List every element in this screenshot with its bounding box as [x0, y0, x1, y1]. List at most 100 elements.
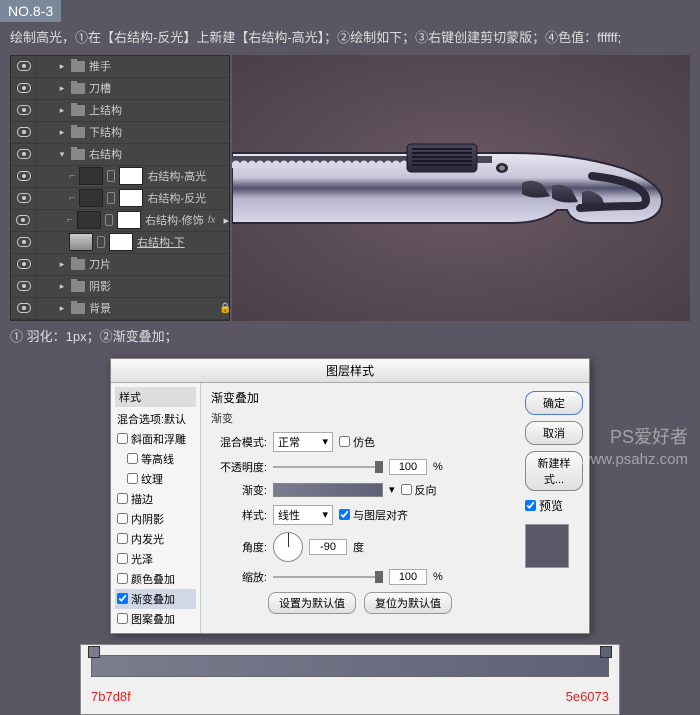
- layer-row[interactable]: ⌐右结构-反光: [11, 188, 229, 210]
- chevron-right-icon[interactable]: ▸: [57, 83, 67, 94]
- layer-name[interactable]: 刀片: [89, 256, 229, 272]
- layer-thumbnail[interactable]: [77, 211, 101, 229]
- gradient-picker[interactable]: [273, 483, 383, 497]
- layer-name[interactable]: 上结构: [89, 102, 229, 118]
- layer-name[interactable]: 右结构-修饰: [145, 212, 204, 228]
- reset-default-button[interactable]: 复位为默认值: [364, 592, 452, 614]
- style-select[interactable]: 线性▾: [273, 505, 333, 525]
- gradient-stop-right[interactable]: [600, 646, 612, 658]
- style-checkbox[interactable]: [127, 453, 138, 464]
- layer-row[interactable]: ▸ 刀片: [11, 254, 229, 276]
- style-item[interactable]: 描边: [115, 489, 196, 509]
- style-checkbox[interactable]: [117, 533, 128, 544]
- style-checkbox[interactable]: [117, 513, 128, 524]
- layer-row[interactable]: ▸ 下结构: [11, 122, 229, 144]
- layer-row[interactable]: ▸背景🔒: [11, 298, 229, 320]
- style-item[interactable]: 光泽: [115, 549, 196, 569]
- opacity-slider[interactable]: [273, 460, 383, 474]
- new-style-button[interactable]: 新建样式...: [525, 451, 583, 491]
- ok-button[interactable]: 确定: [525, 391, 583, 415]
- style-item[interactable]: 斜面和浮雕: [115, 429, 196, 449]
- visibility-toggle[interactable]: [11, 254, 37, 275]
- mask-thumbnail[interactable]: [119, 189, 143, 207]
- layer-row[interactable]: 右结构-下: [11, 232, 229, 254]
- style-checkbox[interactable]: [117, 493, 128, 504]
- chevron-right-icon[interactable]: ▸: [57, 61, 67, 72]
- chevron-right-icon[interactable]: ▸: [57, 281, 67, 292]
- visibility-toggle[interactable]: [11, 144, 37, 165]
- layer-row[interactable]: ▾ 右结构: [11, 144, 229, 166]
- link-icon[interactable]: [107, 170, 115, 182]
- fx-chevron-icon[interactable]: ▸: [223, 214, 229, 227]
- visibility-toggle[interactable]: [11, 188, 37, 209]
- layer-row[interactable]: ▸ 刀槽: [11, 78, 229, 100]
- layer-name[interactable]: 右结构-反光: [147, 190, 229, 206]
- angle-dial[interactable]: [273, 532, 303, 562]
- layer-row[interactable]: ⌐右结构-修饰fx▸: [11, 210, 229, 232]
- scale-unit: %: [433, 571, 443, 583]
- chevron-right-icon[interactable]: ▸: [57, 105, 67, 116]
- style-item[interactable]: 等高线: [115, 449, 196, 469]
- scale-input[interactable]: [389, 569, 427, 585]
- mask-thumbnail[interactable]: [119, 167, 143, 185]
- scale-slider[interactable]: [273, 570, 383, 584]
- layer-name[interactable]: 刀槽: [89, 80, 229, 96]
- visibility-toggle[interactable]: [11, 166, 37, 187]
- style-item[interactable]: 内发光: [115, 529, 196, 549]
- link-icon[interactable]: [105, 214, 113, 226]
- chevron-right-icon[interactable]: ▸: [57, 259, 67, 270]
- preview-checkbox[interactable]: 预览: [525, 497, 583, 514]
- link-icon[interactable]: [107, 192, 115, 204]
- gradient-editor-bar[interactable]: [91, 655, 609, 677]
- mask-thumbnail[interactable]: [109, 233, 133, 251]
- visibility-toggle[interactable]: [11, 232, 37, 253]
- visibility-toggle[interactable]: [11, 298, 37, 319]
- style-item[interactable]: 内阴影: [115, 509, 196, 529]
- visibility-toggle[interactable]: [11, 276, 37, 297]
- style-checkbox[interactable]: [117, 553, 128, 564]
- layer-name[interactable]: 右结构-高光: [147, 168, 229, 184]
- reverse-checkbox[interactable]: 反向: [401, 482, 437, 498]
- visibility-toggle[interactable]: [11, 56, 37, 77]
- layer-name[interactable]: 右结构-下: [137, 234, 229, 250]
- layer-name[interactable]: 背景: [89, 300, 215, 316]
- chevron-right-icon[interactable]: ▸: [57, 303, 67, 314]
- blend-mode-select[interactable]: 正常▾: [273, 432, 333, 452]
- visibility-toggle[interactable]: [11, 100, 37, 121]
- style-checkbox[interactable]: [117, 593, 128, 604]
- link-icon[interactable]: [97, 236, 105, 248]
- style-item[interactable]: 纹理: [115, 469, 196, 489]
- layer-thumbnail[interactable]: [79, 189, 103, 207]
- layer-row[interactable]: ▸ 阴影: [11, 276, 229, 298]
- layer-name[interactable]: 右结构: [89, 146, 229, 162]
- layer-row[interactable]: ⌐右结构-高光: [11, 166, 229, 188]
- chevron-down-icon[interactable]: ▾: [57, 149, 67, 160]
- layer-thumbnail[interactable]: [69, 233, 93, 251]
- gradient-chevron-icon[interactable]: ▾: [389, 483, 395, 496]
- layer-name[interactable]: 推手: [89, 58, 229, 74]
- gradient-stop-left[interactable]: [88, 646, 100, 658]
- angle-input[interactable]: [309, 539, 347, 555]
- style-item[interactable]: 颜色叠加: [115, 569, 196, 589]
- cancel-button[interactable]: 取消: [525, 421, 583, 445]
- visibility-toggle[interactable]: [11, 210, 36, 231]
- style-item[interactable]: 渐变叠加: [115, 589, 196, 609]
- visibility-toggle[interactable]: [11, 78, 37, 99]
- style-checkbox[interactable]: [117, 573, 128, 584]
- style-checkbox[interactable]: [117, 433, 128, 444]
- layer-row[interactable]: ▸ 上结构: [11, 100, 229, 122]
- layer-row[interactable]: ▸ 推手: [11, 56, 229, 78]
- visibility-toggle[interactable]: [11, 122, 37, 143]
- blend-options-item[interactable]: 混合选项:默认: [115, 409, 196, 429]
- mask-thumbnail[interactable]: [117, 211, 141, 229]
- layer-name[interactable]: 下结构: [89, 124, 229, 140]
- fx-badge[interactable]: fx: [208, 215, 216, 226]
- layer-name[interactable]: 阴影: [89, 278, 229, 294]
- dither-checkbox[interactable]: 仿色: [339, 434, 375, 450]
- layer-thumbnail[interactable]: [79, 167, 103, 185]
- chevron-right-icon[interactable]: ▸: [57, 127, 67, 138]
- opacity-input[interactable]: [389, 459, 427, 475]
- style-checkbox[interactable]: [127, 473, 138, 484]
- align-checkbox[interactable]: 与图层对齐: [339, 507, 408, 523]
- set-default-button[interactable]: 设置为默认值: [268, 592, 356, 614]
